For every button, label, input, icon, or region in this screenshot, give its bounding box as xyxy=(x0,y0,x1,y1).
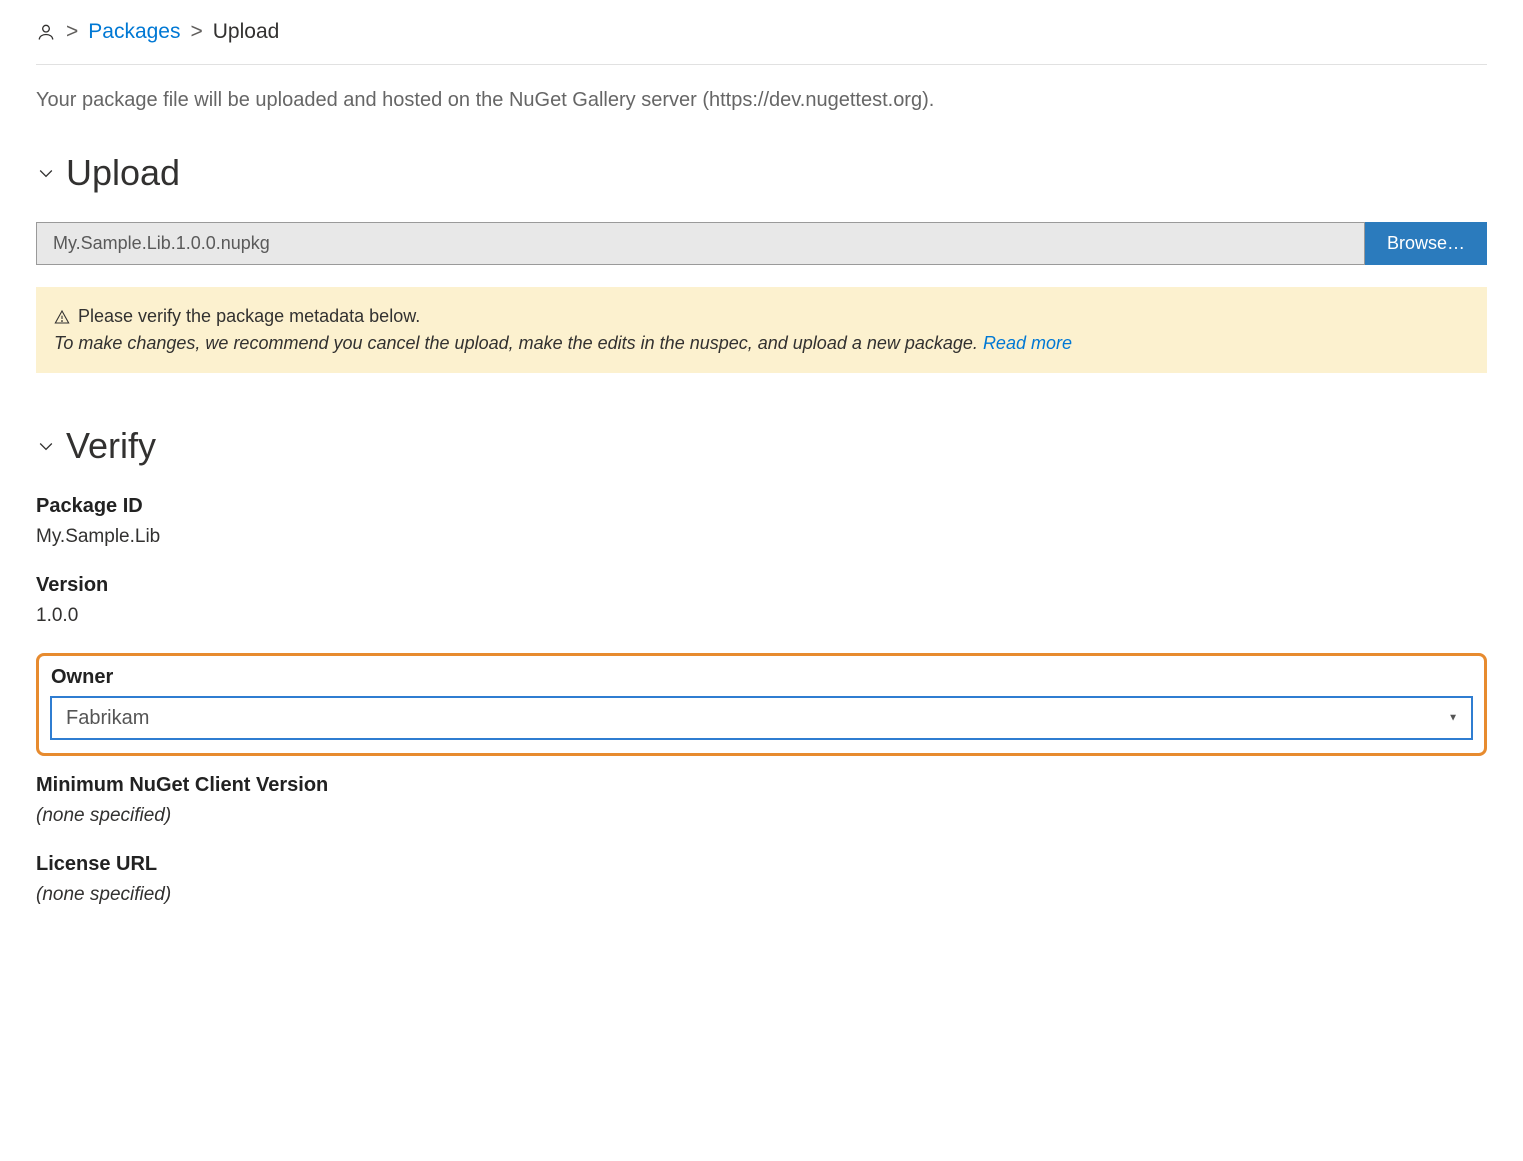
version-value: 1.0.0 xyxy=(36,605,1487,627)
field-package-id: Package ID My.Sample.Lib xyxy=(36,495,1487,548)
license-url-label: License URL xyxy=(36,853,1487,876)
breadcrumb-packages-link[interactable]: Packages xyxy=(88,20,180,44)
user-icon[interactable] xyxy=(36,22,56,42)
chevron-down-icon xyxy=(36,163,56,183)
min-client-value: (none specified) xyxy=(36,805,1487,827)
verify-alert: Please verify the package metadata below… xyxy=(36,287,1487,373)
breadcrumb-current: Upload xyxy=(213,20,280,44)
license-url-value: (none specified) xyxy=(36,884,1487,906)
chevron-down-icon xyxy=(36,436,56,456)
field-version: Version 1.0.0 xyxy=(36,574,1487,627)
upload-section-toggle[interactable]: Upload xyxy=(36,152,1487,194)
field-license-url: License URL (none specified) xyxy=(36,853,1487,906)
breadcrumb: > Packages > Upload xyxy=(36,20,1487,65)
browse-button[interactable]: Browse… xyxy=(1365,222,1487,265)
alert-line2: To make changes, we recommend you cancel… xyxy=(54,333,983,353)
package-id-value: My.Sample.Lib xyxy=(36,526,1487,548)
upload-row: My.Sample.Lib.1.0.0.nupkg Browse… xyxy=(36,222,1487,265)
upload-heading: Upload xyxy=(66,152,180,194)
verify-section-toggle[interactable]: Verify xyxy=(36,425,1487,467)
filename-input[interactable]: My.Sample.Lib.1.0.0.nupkg xyxy=(36,222,1365,265)
breadcrumb-sep: > xyxy=(191,20,203,44)
owner-select[interactable]: Fabrikam xyxy=(51,697,1472,739)
version-label: Version xyxy=(36,574,1487,597)
owner-highlight-box: Owner Fabrikam ▼ xyxy=(36,653,1487,756)
package-id-label: Package ID xyxy=(36,495,1487,518)
min-client-label: Minimum NuGet Client Version xyxy=(36,774,1487,797)
alert-read-more-link[interactable]: Read more xyxy=(983,333,1072,353)
field-min-client: Minimum NuGet Client Version (none speci… xyxy=(36,774,1487,827)
breadcrumb-sep: > xyxy=(66,20,78,44)
alert-line1: Please verify the package metadata below… xyxy=(78,303,420,330)
owner-label: Owner xyxy=(51,666,1472,689)
intro-text: Your package file will be uploaded and h… xyxy=(36,89,1487,112)
verify-heading: Verify xyxy=(66,425,156,467)
warning-icon xyxy=(54,309,70,325)
